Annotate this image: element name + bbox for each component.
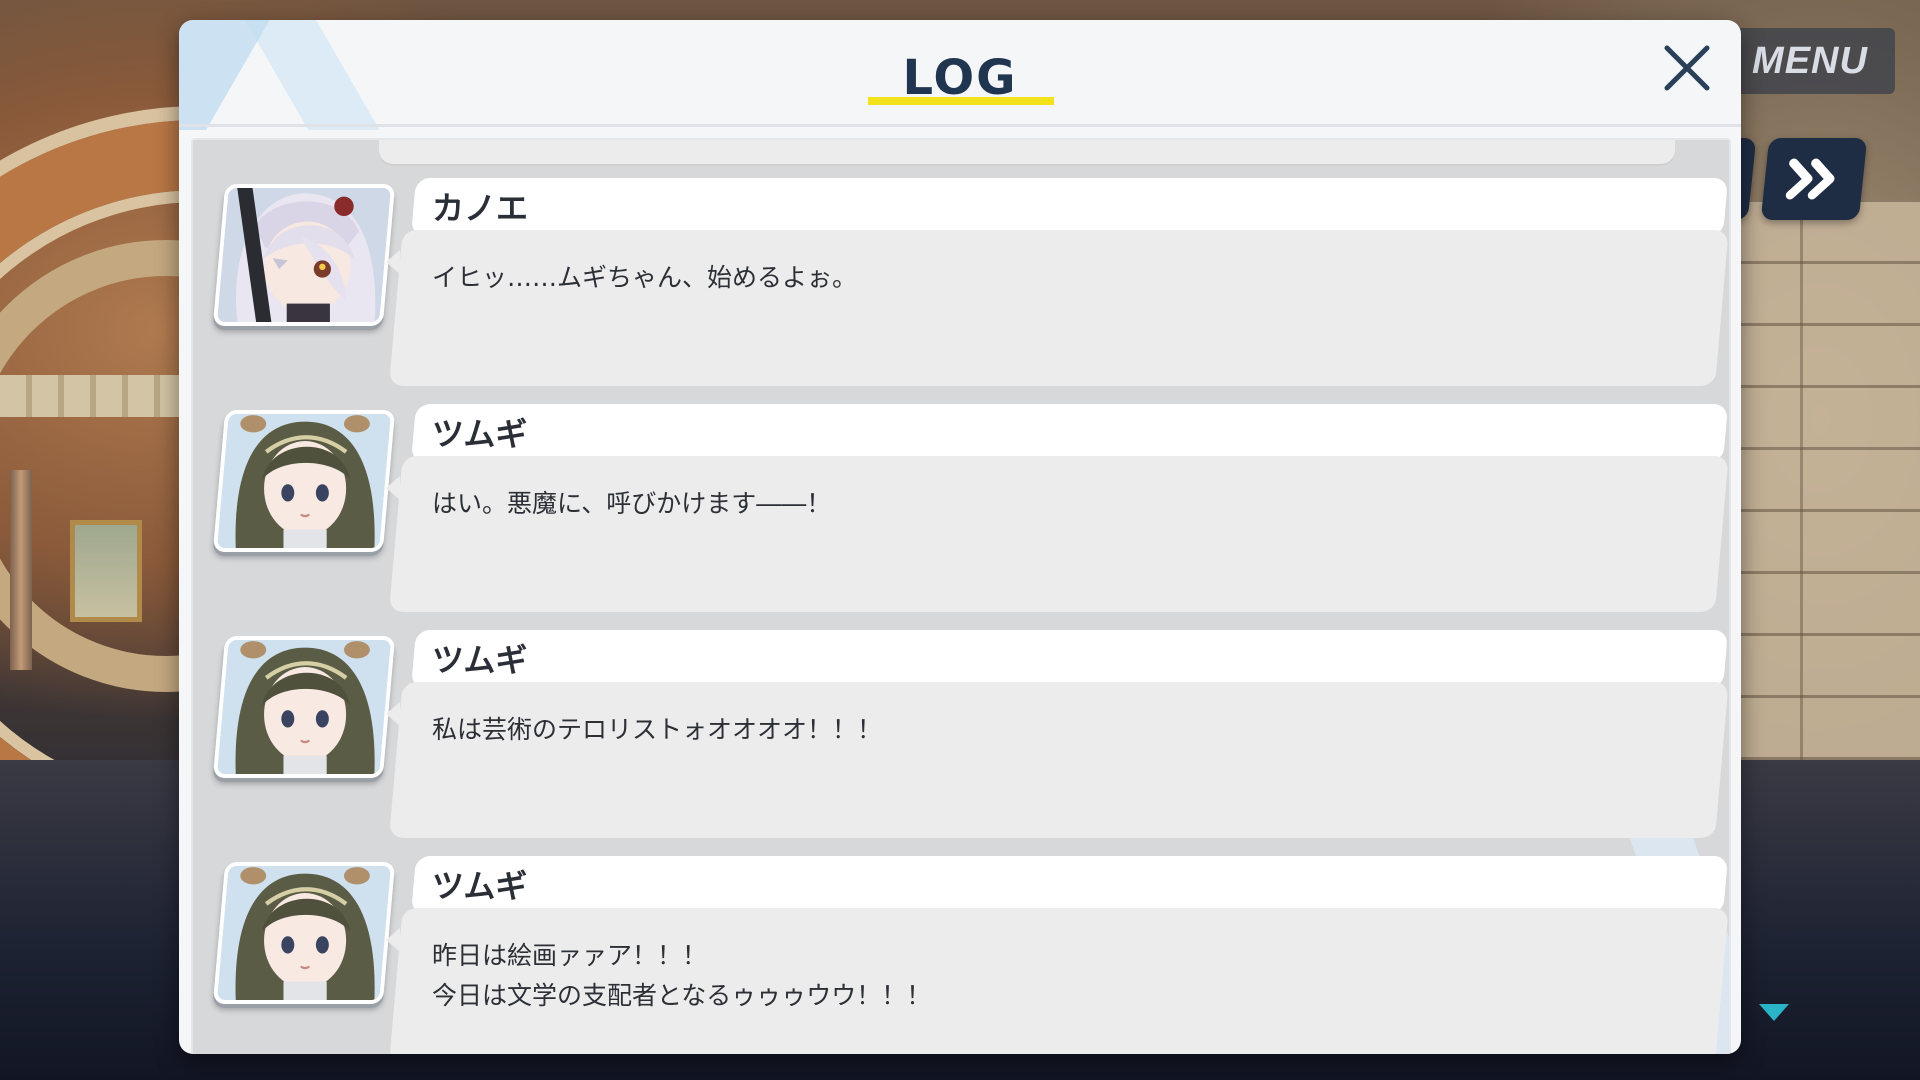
- speaker-name: ツムギ: [432, 641, 528, 679]
- previous-entry-edge: [379, 140, 1675, 164]
- name-bar: [411, 178, 1729, 236]
- speaker-name: ツムギ: [432, 867, 528, 905]
- name-bar: [411, 856, 1729, 914]
- log-entry: ツムギ 私は芸術のテロリストォオオオオ！！！: [193, 630, 1729, 842]
- background-painting: [70, 520, 142, 622]
- log-scroll-area[interactable]: カノエ イヒッ……ムギちゃん、始めるよぉ。 ツムギ はい。悪魔に、呼びかけます―…: [191, 138, 1731, 1054]
- log-title: LOG: [902, 50, 1018, 106]
- log-entry: ツムギ 昨日は絵画ァァア！！！ 今日は文学の支配者となるゥゥゥウウ！！！: [193, 856, 1729, 1054]
- menu-button[interactable]: MENU: [1725, 28, 1895, 94]
- log-window: LOG カノエ イヒッ……ムギちゃん、始めるよぉ。 ツムギ はい。悪魔に、呼びか…: [179, 20, 1741, 1054]
- dialogue-text: 昨日は絵画ァァア！！！ 今日は文学の支配者となるゥゥゥウウ！！！: [432, 941, 932, 1010]
- bubble-tail: [386, 928, 400, 952]
- background-cornice: [0, 375, 200, 417]
- log-entry: ツムギ はい。悪魔に、呼びかけます――！: [193, 404, 1729, 616]
- speaker-avatar: [212, 862, 396, 1004]
- bubble-tail: [386, 702, 400, 726]
- title-underline: [868, 97, 1054, 105]
- bubble-tail: [386, 476, 400, 500]
- speaker-avatar: [212, 410, 396, 552]
- close-icon[interactable]: [1657, 38, 1717, 98]
- kanoe-portrait: [216, 184, 392, 326]
- name-bar: [411, 404, 1729, 462]
- dialogue-text: 私は芸術のテロリストォオオオオ！！！: [432, 715, 883, 744]
- speaker-name: ツムギ: [432, 415, 528, 453]
- bubble-tail: [386, 250, 400, 274]
- dialogue-text: はい。悪魔に、呼びかけます――！: [432, 489, 832, 518]
- tsumugi-portrait: [216, 410, 392, 552]
- skip-button[interactable]: [1760, 138, 1868, 220]
- header-divider: [179, 124, 1741, 127]
- name-bar: [411, 630, 1729, 688]
- dialogue-box: [389, 230, 1729, 386]
- dialogue-text: イヒッ……ムギちゃん、始めるよぉ。: [432, 263, 858, 292]
- chevron-down-icon[interactable]: [1759, 1004, 1789, 1021]
- background-column: [10, 470, 32, 670]
- speaker-avatar: [212, 636, 396, 778]
- fast-forward-icon: [1785, 158, 1835, 200]
- dialogue-box: [389, 682, 1729, 838]
- log-entry: カノエ イヒッ……ムギちゃん、始めるよぉ。: [193, 178, 1729, 390]
- tsumugi-portrait: [216, 636, 392, 778]
- tsumugi-portrait: [216, 862, 392, 1004]
- speaker-avatar: [212, 184, 396, 326]
- speaker-name: カノエ: [432, 189, 529, 227]
- dialogue-box: [389, 456, 1729, 612]
